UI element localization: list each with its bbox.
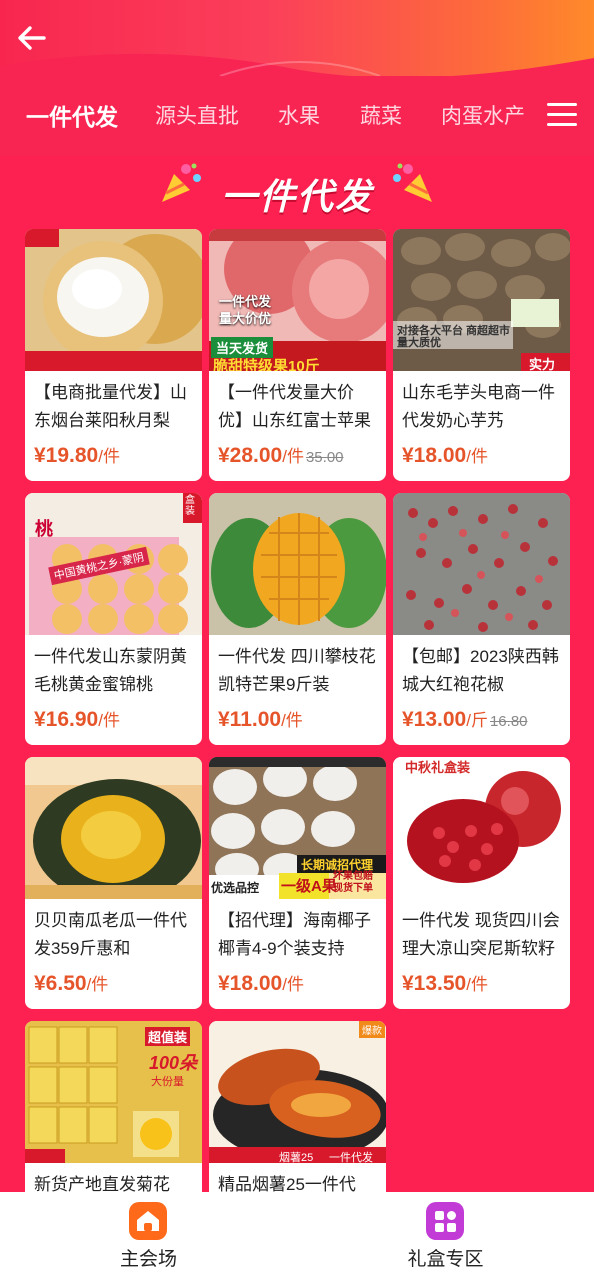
product-card[interactable]: 一件代发 四川攀枝花凯特芒果9斤装 ¥11.00/件 — [209, 493, 386, 745]
image-caption: 一件代发 — [329, 1152, 373, 1163]
price-row: ¥19.80/件 — [34, 442, 120, 468]
product-name: 一件代发 四川攀枝花凯特芒果9斤装 — [218, 647, 376, 694]
price-unit: /斤 — [466, 711, 488, 730]
product-image: 对接各大平台 商超超市 量大质优 实力 — [393, 229, 570, 371]
price-row: ¥11.00/件 — [218, 706, 303, 732]
price-unit: /件 — [281, 711, 303, 730]
product-price: ¥18.00 — [402, 444, 467, 467]
price-row: ¥16.90/件 — [34, 706, 120, 732]
nav-gift-box-zone[interactable]: 礼盒专区 — [297, 1192, 594, 1280]
price-unit: /件 — [282, 975, 304, 994]
product-price: ¥16.90 — [34, 708, 99, 731]
product-card[interactable]: 贝贝南瓜老瓜一件代发359斤惠和 ¥6.50/件 — [25, 757, 202, 1009]
grid-icon — [426, 1202, 464, 1240]
product-image — [209, 493, 386, 635]
price-row: ¥6.50/件 — [34, 970, 108, 996]
image-caption: 脆甜特级果10斤 — [213, 358, 320, 371]
price-unit: /件 — [98, 711, 120, 730]
product-image: 长期诚招代理 优选品控 一级A果 坏果包赔 现货下单 — [209, 757, 386, 899]
nav-label: 礼盒专区 — [407, 1249, 484, 1270]
product-card[interactable]: 【电商批量代发】山东烟台莱阳秋月梨 ¥19.80/件 — [25, 229, 202, 481]
image-caption: 大份量 — [151, 1076, 184, 1088]
original-price: 35.00 — [305, 449, 344, 466]
product-card[interactable]: 长期诚招代理 优选品控 一级A果 坏果包赔 现货下单 【招代理】海南椰子椰青4-9… — [209, 757, 386, 1009]
product-name: 【招代理】海南椰子椰青4-9个装支持 — [218, 911, 371, 958]
price-row: ¥13.50/件 — [402, 970, 488, 996]
product-image: 超值装 100朵 大份量 — [25, 1021, 202, 1163]
product-card[interactable]: 【包邮】2023陕西韩城大红袍花椒 ¥13.00/斤 16.80 — [393, 493, 570, 745]
product-price: ¥13.50 — [402, 972, 467, 995]
nav-main-venue[interactable]: 主会场 — [0, 1192, 297, 1280]
price-unit: /件 — [98, 447, 120, 466]
price-row: ¥18.00/件 — [218, 970, 304, 996]
product-price: ¥18.00 — [218, 972, 283, 995]
product-price: ¥6.50 — [34, 972, 87, 995]
price-unit: /件 — [86, 975, 109, 994]
image-caption: 烟薯25 — [279, 1152, 314, 1163]
image-badge: 超值装 — [145, 1027, 191, 1046]
price-unit: /件 — [282, 447, 304, 466]
price-unit: /件 — [466, 975, 488, 994]
image-caption: 一级A果 — [281, 878, 337, 895]
price-row: ¥18.00/件 — [402, 442, 488, 468]
price-unit: /件 — [466, 447, 488, 466]
product-card[interactable]: 对接各大平台 商超超市 量大质优 实力 山东毛芋头电商一件代发奶心芋艿 ¥18.0… — [393, 229, 570, 481]
product-price: ¥28.00 — [218, 444, 283, 467]
nav-label: 主会场 — [119, 1249, 177, 1270]
price-row: ¥13.00/斤 16.80 — [402, 706, 528, 732]
image-caption: 100朵 — [149, 1053, 198, 1073]
product-name: 一件代发 现货四川会理大凉山突尼斯软籽石榴 — [402, 911, 560, 958]
product-price: ¥11.00 — [218, 708, 282, 731]
product-image — [25, 757, 202, 899]
product-name: 贝贝南瓜老瓜一件代发359斤惠和 — [34, 911, 187, 958]
home-icon — [129, 1202, 167, 1240]
bottom-navigation: 主会场 礼盒专区 — [0, 1192, 594, 1280]
product-name: 一件代发山东蒙阴黄毛桃黄金蜜锦桃 — [34, 647, 187, 694]
image-badge: 盒装 — [185, 495, 195, 517]
image-caption: 中秋礼盒装 — [405, 760, 471, 775]
price-row: ¥28.00/件 35.00 — [218, 442, 344, 468]
image-caption: 桃 — [35, 519, 53, 539]
image-badge: 实力 — [529, 357, 556, 371]
product-card[interactable]: 中秋礼盒装 一件代发 现货四川会理大凉山突尼斯软籽石榴 ¥13.50/件 — [393, 757, 570, 1009]
image-caption: 坏果包赔 现货下单 — [333, 871, 373, 894]
product-name: 【一件代发量大价优】山东红富士苹果 — [218, 383, 371, 430]
product-image: 一件代发 量大价优 当天发货 脆甜特级果10斤 — [209, 229, 386, 371]
product-price: ¥19.80 — [34, 444, 99, 467]
image-caption: 对接各大平台 商超超市 量大质优 — [397, 325, 511, 349]
image-caption: 优选品控 — [211, 881, 260, 895]
image-badge: 爆款 — [359, 1021, 385, 1038]
product-image: 桃 中国黄桃之乡·蒙阴 盒装 — [25, 493, 202, 635]
product-card[interactable]: 一件代发 量大价优 当天发货 脆甜特级果10斤 【一件代发量大价优】山东红富士苹果… — [209, 229, 386, 481]
image-badge: 一件代发 量大价优 — [219, 294, 272, 326]
product-image — [393, 493, 570, 635]
product-name: 【电商批量代发】山东烟台莱阳秋月梨 — [34, 383, 187, 430]
product-grid: 【电商批量代发】山东烟台莱阳秋月梨 ¥19.80/件 一件代发 量大价优 当天发货… — [0, 0, 594, 1273]
original-price: 16.80 — [489, 713, 528, 730]
product-name: 【包邮】2023陕西韩城大红袍花椒 — [402, 647, 559, 694]
product-image — [25, 229, 202, 371]
product-card[interactable]: 桃 中国黄桃之乡·蒙阴 盒装 一件代发山东蒙阴黄毛桃黄金蜜锦桃 ¥16.90/件 — [25, 493, 202, 745]
product-price: ¥13.00 — [402, 708, 467, 731]
product-image: 中秋礼盒装 — [393, 757, 570, 899]
product-image: 爆款 烟薯25 一件代发 — [209, 1021, 386, 1163]
product-name: 山东毛芋头电商一件代发奶心芋艿 — [402, 383, 555, 430]
